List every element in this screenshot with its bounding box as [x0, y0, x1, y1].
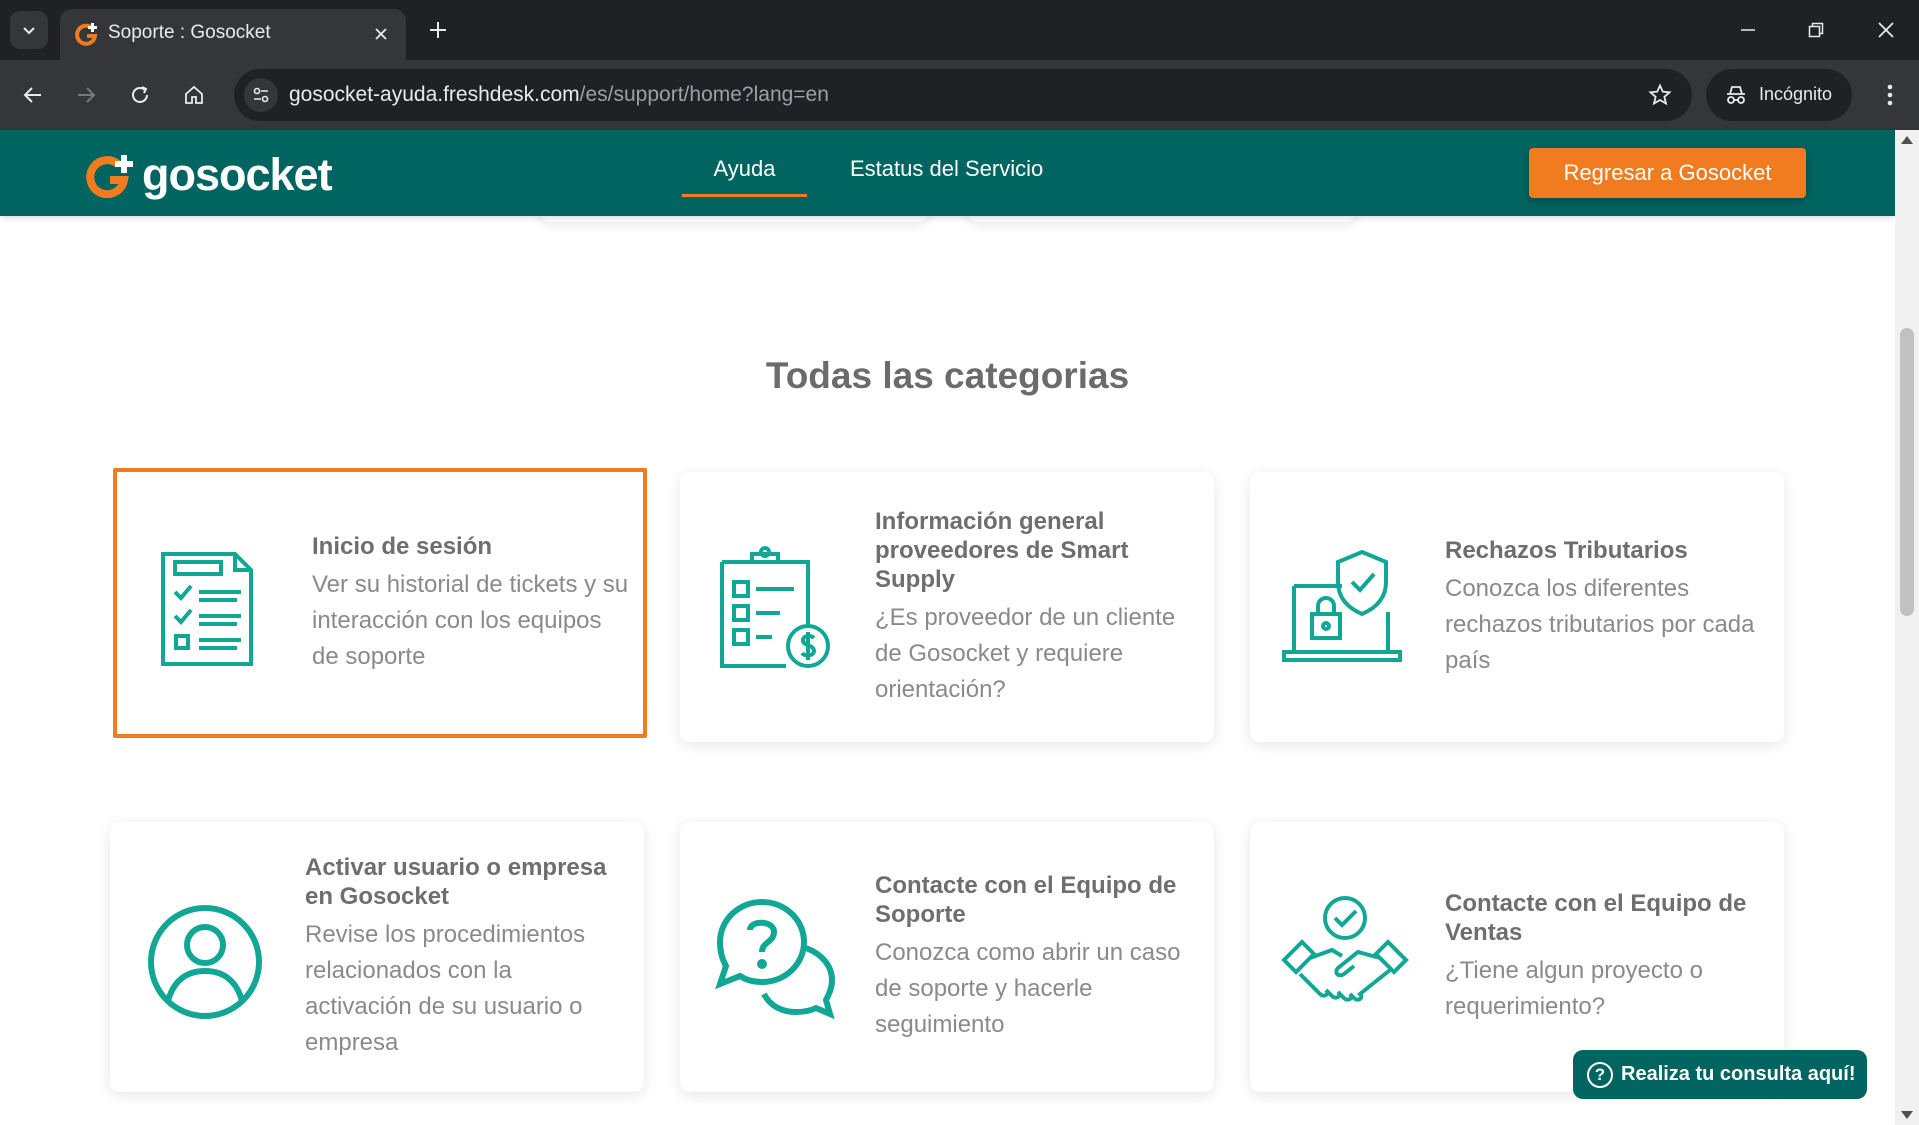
card-description: Ver su historial de tickets y su interac… — [312, 570, 629, 670]
chat-question-icon — [715, 898, 836, 1020]
scrollbar-thumb[interactable] — [1900, 328, 1914, 616]
arrow-left-icon — [23, 87, 41, 103]
user-circle-icon — [148, 905, 262, 1019]
incognito-label: Incógnito — [1759, 84, 1833, 104]
category-card-equipo-soporte[interactable]: Contacte con el Equipo de Soporte Conozc… — [680, 822, 1214, 1092]
laptop-shield-icon — [1282, 549, 1402, 662]
card-title: Rechazos Tributarios — [1445, 536, 1688, 564]
minimize-button[interactable] — [1728, 12, 1768, 48]
card-title: Activar usuario o empresa en Gosocket — [305, 854, 607, 910]
gosocket-logo-icon — [86, 155, 133, 198]
scroll-down-arrow-icon[interactable] — [1901, 1111, 1913, 1119]
plus-icon — [430, 22, 446, 38]
card-text: Información general proveedores de Smart… — [875, 472, 1195, 742]
home-icon — [185, 85, 203, 104]
card-description: Conozca como abrir un caso de soporte y … — [875, 939, 1181, 1038]
back-button[interactable] — [14, 76, 52, 114]
more-vert-icon — [1887, 84, 1893, 106]
section-title: Todas las categorias — [765, 355, 1130, 396]
card-title: Contacte con el Equipo de Soporte — [875, 872, 1177, 928]
help-chat-button[interactable]: ? Realiza tu consulta aquí! — [1573, 1050, 1867, 1099]
incognito-indicator[interactable]: Incógnito — [1706, 69, 1852, 121]
card-text: Contacte con el Equipo de Soporte Conozc… — [875, 822, 1195, 1092]
forward-button[interactable] — [67, 76, 105, 114]
category-card-inicio-sesion[interactable]: Inicio de sesión Ver su historial de tic… — [113, 468, 647, 738]
nav-estatus-servicio[interactable]: Estatus del Servicio — [850, 156, 1043, 182]
card-description: Conozca los diferentes rechazos tributar… — [1445, 574, 1755, 674]
card-title: Información general proveedores de Smart… — [875, 507, 1129, 593]
url-host: gosocket-ayuda.freshdesk.com — [289, 83, 580, 106]
reload-icon — [132, 86, 148, 103]
tab-close-icon[interactable] — [368, 21, 394, 47]
gosocket-logo[interactable]: gosocket — [86, 149, 333, 200]
page-viewport: gosocket Ayuda Estatus del Servicio Regr… — [0, 130, 1895, 1125]
card-description: ¿Es proveedor de un cliente de Gosocket … — [875, 603, 1176, 703]
card-text: Activar usuario o empresa en Gosocket Re… — [305, 822, 625, 1092]
card-text: Rechazos Tributarios Conozca los diferen… — [1445, 472, 1765, 742]
card-title: Inicio de sesión — [312, 532, 493, 560]
address-bar[interactable]: gosocket-ayuda.freshdesk.com/es/support/… — [234, 69, 1692, 121]
card-description: ¿Tiene algun proyecto o requerimiento? — [1445, 957, 1703, 1020]
scroll-up-arrow-icon[interactable] — [1901, 136, 1913, 144]
nav-ayuda[interactable]: Ayuda — [682, 156, 807, 197]
checklist-icon — [161, 552, 253, 666]
url-path: /es/support/home?lang=en — [579, 83, 829, 106]
tune-icon — [253, 87, 269, 103]
question-circle-icon: ? — [1587, 1061, 1613, 1088]
incognito-icon — [1727, 86, 1745, 104]
clipboard-dollar-icon — [720, 546, 830, 668]
arrow-right-icon — [78, 87, 96, 103]
chat-label: Realiza tu consulta aquí! — [1621, 1063, 1856, 1085]
tab-title: Soporte : Gosocket — [108, 22, 271, 43]
logo-text: gosocket — [142, 149, 333, 200]
card-text: Inicio de sesión Ver su historial de tic… — [312, 472, 632, 734]
browser-toolbar: gosocket-ayuda.freshdesk.com/es/support/… — [0, 60, 1919, 130]
category-card-rechazos-tributarios[interactable]: Rechazos Tributarios Conozca los diferen… — [1250, 472, 1784, 742]
category-card-smart-supply[interactable]: Información general proveedores de Smart… — [680, 472, 1214, 742]
site-header: gosocket Ayuda Estatus del Servicio Regr… — [0, 130, 1895, 216]
category-card-activar-usuario[interactable]: Activar usuario o empresa en Gosocket Re… — [110, 822, 644, 1092]
close-window-button[interactable] — [1866, 12, 1906, 48]
gosocket-favicon-icon — [75, 23, 98, 46]
chevron-down-icon — [23, 27, 35, 35]
card-description: Revise los procedimientos relacionados c… — [305, 921, 586, 1056]
close-icon — [1878, 22, 1894, 38]
browser-menu-button[interactable] — [1872, 77, 1908, 113]
back-to-gosocket-button[interactable]: Regresar a Gosocket — [1529, 148, 1806, 198]
restore-icon — [1808, 22, 1824, 38]
page-scrollbar[interactable] — [1895, 130, 1919, 1125]
card-title: Contacte con el Equipo de Ventas — [1445, 890, 1747, 946]
home-button[interactable] — [175, 76, 213, 114]
reload-button[interactable] — [121, 76, 159, 114]
browser-tab-bar: Soporte : Gosocket — [0, 0, 1919, 60]
bookmark-star-icon[interactable] — [1646, 81, 1674, 109]
restore-button[interactable] — [1796, 12, 1836, 48]
browser-tab[interactable]: Soporte : Gosocket — [60, 9, 406, 60]
url-text: gosocket-ayuda.freshdesk.com/es/support/… — [289, 83, 829, 107]
tab-search-button[interactable] — [10, 11, 48, 49]
minimize-icon — [1741, 29, 1755, 31]
site-info-button[interactable] — [244, 78, 278, 112]
handshake-icon — [1281, 896, 1409, 1002]
new-tab-button[interactable] — [422, 14, 454, 46]
